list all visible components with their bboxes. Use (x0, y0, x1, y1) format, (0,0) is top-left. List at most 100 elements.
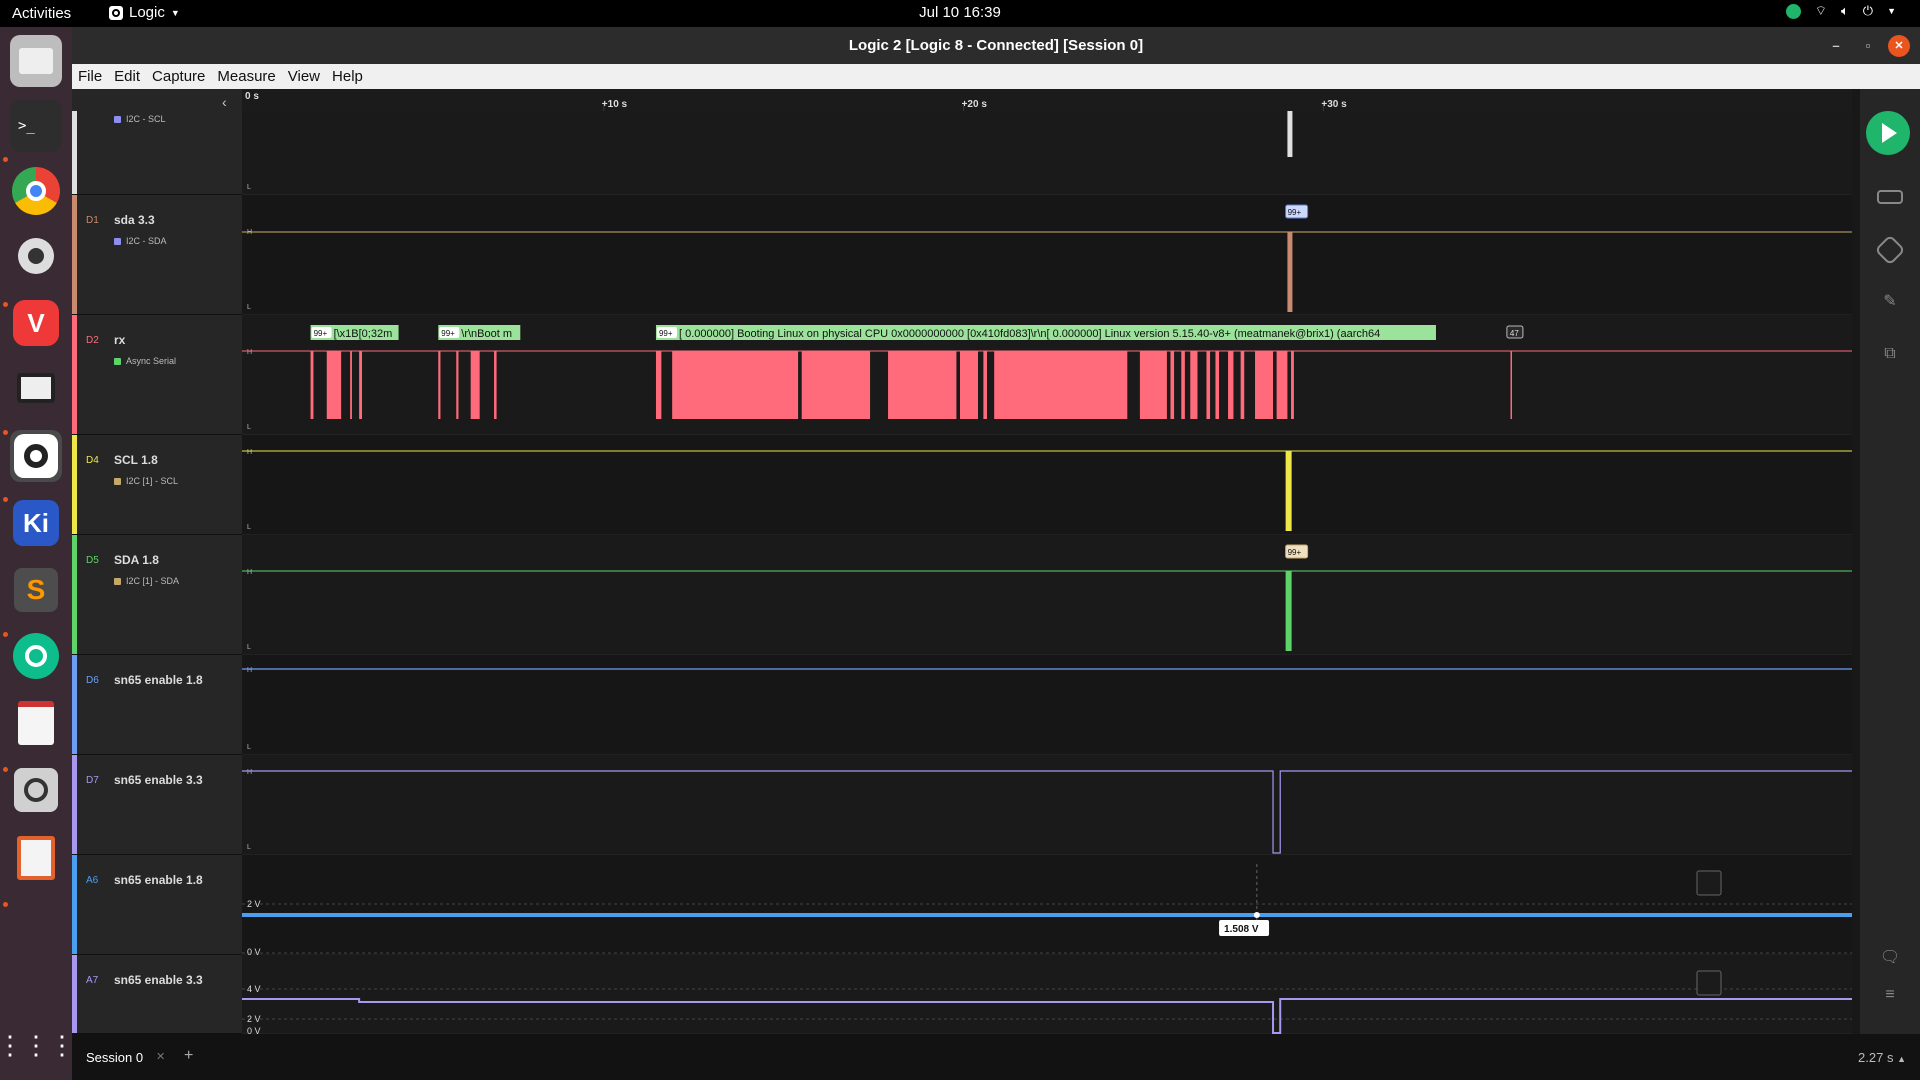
close-session-icon[interactable]: ✕ (156, 1050, 165, 1063)
rx-data-burst (801, 351, 871, 419)
window-title: Logic 2 [Logic 8 - Connected] [Session 0… (848, 37, 1144, 54)
channel-name[interactable]: SDA 1.8 (114, 553, 159, 567)
chrome-icon[interactable] (10, 165, 62, 217)
vivaldi-icon[interactable]: V (10, 297, 62, 349)
time-label: 0 s (245, 91, 259, 102)
channel-row-d2[interactable]: D2 rx Async Serial (72, 315, 242, 435)
menu-edit[interactable]: Edit (108, 64, 146, 89)
collapse-sidebar-icon[interactable]: ‹ (222, 94, 227, 110)
rx-data-burst (672, 351, 799, 419)
minimize-icon[interactable]: – (1825, 35, 1847, 57)
presentation-icon[interactable] (10, 832, 62, 884)
magnifier-icon[interactable] (10, 764, 62, 816)
menu-help[interactable]: Help (326, 64, 369, 89)
channel-row-d7[interactable]: D7 sn65 enable 3.3 (72, 755, 242, 855)
window-titlebar[interactable]: Logic 2 [Logic 8 - Connected] [Session 0… (72, 27, 1920, 64)
rx-data-burst (1181, 351, 1185, 419)
channel-row-d4[interactable]: D4 SCL 1.8 I2C [1] - SCL (72, 435, 242, 535)
channel-name[interactable]: sn65 enable 3.3 (114, 773, 203, 787)
serial-frame-annotation: 99+ [ 0.000000] Booting Linux on physical… (655, 325, 1436, 340)
channel-row-a6[interactable]: A6 sn65 enable 1.8 (72, 855, 242, 955)
channel-color-bar (72, 955, 77, 1033)
channel-lane (242, 435, 1852, 535)
time-label: +30 s (1321, 99, 1347, 110)
channel-sidebar: ‹ I2C - SCL D1 sda 3.3 I2C - SDA D2 rx A… (72, 89, 242, 1034)
channel-color-bar (72, 535, 77, 654)
measure-icon[interactable]: ✎ (1877, 291, 1903, 317)
channel-row-d5[interactable]: D5 SDA 1.8 I2C [1] - SDA (72, 535, 242, 655)
device-settings-icon[interactable] (1877, 185, 1903, 211)
wifi-icon: ⌔ (1814, 3, 1827, 18)
logic-icon[interactable] (10, 430, 62, 482)
computer-icon[interactable] (10, 362, 62, 414)
low-level-label: L (247, 304, 251, 311)
rx-data-burst (1215, 351, 1220, 419)
channel-name[interactable]: sn65 enable 1.8 (114, 673, 203, 687)
menu-file[interactable]: File (72, 64, 108, 89)
close-icon[interactable]: ✕ (1888, 35, 1910, 57)
app-dock: >_ V Ki S ⋮⋮⋮ (0, 27, 75, 1080)
channel-number: D6 (86, 675, 99, 686)
comment-icon[interactable]: 🗨︎ (1877, 947, 1903, 973)
zoom-readout[interactable]: 2.27 s ▲ (1858, 1050, 1906, 1065)
analyzer-label: I2C - SDA (114, 236, 167, 246)
extensions-icon[interactable]: ⧉ (1877, 345, 1903, 371)
session-tab[interactable]: Session 0 (86, 1050, 143, 1065)
clock[interactable]: Jul 10 16:39 (0, 4, 1920, 21)
channel-name[interactable]: rx (114, 333, 125, 347)
activities-button[interactable]: Activities (12, 5, 71, 22)
rx-data-burst (888, 351, 957, 419)
chevron-up-icon: ▲ (1897, 1054, 1906, 1064)
terminal-icon[interactable]: >_ (10, 100, 62, 152)
high-level-label: H (247, 569, 252, 576)
menu-measure[interactable]: Measure (211, 64, 281, 89)
time-ruler (242, 89, 1852, 111)
kicad-icon[interactable]: Ki (10, 497, 62, 549)
webcam-icon[interactable] (10, 230, 62, 282)
chevron-down-icon: ▼ (170, 7, 180, 18)
channel-lane (242, 111, 1852, 195)
analyzer-color-swatch (114, 477, 121, 485)
right-toolbar: ✎ ⧉ 🗨︎ ≡ (1860, 89, 1920, 1034)
rx-data-burst (456, 351, 459, 419)
menu-icon[interactable]: ≡ (1877, 986, 1903, 1012)
channel-name[interactable]: sn65 enable 1.8 (114, 873, 203, 887)
app-menu-button[interactable]: Logic ▼ (109, 4, 180, 21)
frame-count-text: 99+ (659, 329, 673, 338)
serial-frame-annotation: 99+ [\x1B[0;32m (310, 325, 399, 340)
system-tray[interactable]: ⌔ 🔈︎ ⏻ ▼ (1785, 3, 1896, 19)
files-icon[interactable] (10, 35, 62, 87)
channel-row-a7[interactable]: A7 sn65 enable 3.3 (72, 955, 242, 1034)
serial-frame-annotation: 99+ \r\nBoot m (438, 325, 521, 340)
rx-data-burst (1276, 351, 1288, 419)
app-grid-icon[interactable]: ⋮⋮⋮ (0, 1019, 75, 1071)
high-level-label: H (247, 349, 252, 356)
channel-name[interactable]: sda 3.3 (114, 213, 155, 227)
analyzers-icon[interactable] (1874, 234, 1906, 266)
start-capture-button[interactable] (1866, 111, 1910, 155)
waveform-area[interactable]: 0 s+10 s+20 s+30 s LHLHLHLHLHLHL 2 V0 V4… (242, 89, 1852, 1034)
element-icon[interactable] (10, 630, 62, 682)
channel-lane (242, 195, 1852, 315)
rx-data-burst (470, 351, 480, 419)
sublime-icon[interactable]: S (10, 564, 62, 616)
document-viewer-icon[interactable] (10, 697, 62, 749)
sda18-burst (1285, 571, 1292, 651)
channel-name[interactable]: sn65 enable 3.3 (114, 973, 203, 987)
scl33-burst (1287, 111, 1293, 157)
channel-row-scl33[interactable]: I2C - SCL (72, 111, 242, 195)
menu-view[interactable]: View (282, 64, 326, 89)
analyzer-label: Async Serial (114, 356, 176, 366)
bottom-bar: Session 0 ✕ + 2.27 s ▲ (72, 1034, 1920, 1080)
analyzer-color-swatch (114, 237, 121, 245)
channel-name[interactable]: SCL 1.8 (114, 453, 158, 467)
channel-row-d6[interactable]: D6 sn65 enable 1.8 (72, 655, 242, 755)
waveform-canvas[interactable]: 0 s+10 s+20 s+30 s LHLHLHLHLHLHL 2 V0 V4… (242, 89, 1852, 1034)
channel-row-d1[interactable]: D1 sda 3.3 I2C - SDA (72, 195, 242, 315)
add-session-button[interactable]: + (184, 1047, 193, 1065)
rx-data-burst (1510, 351, 1512, 419)
menu-capture[interactable]: Capture (146, 64, 211, 89)
sync-icon[interactable] (1785, 3, 1801, 19)
sda18-packet-badge-text: 99+ (1288, 548, 1302, 557)
maximize-icon[interactable]: ▫ (1857, 35, 1879, 57)
